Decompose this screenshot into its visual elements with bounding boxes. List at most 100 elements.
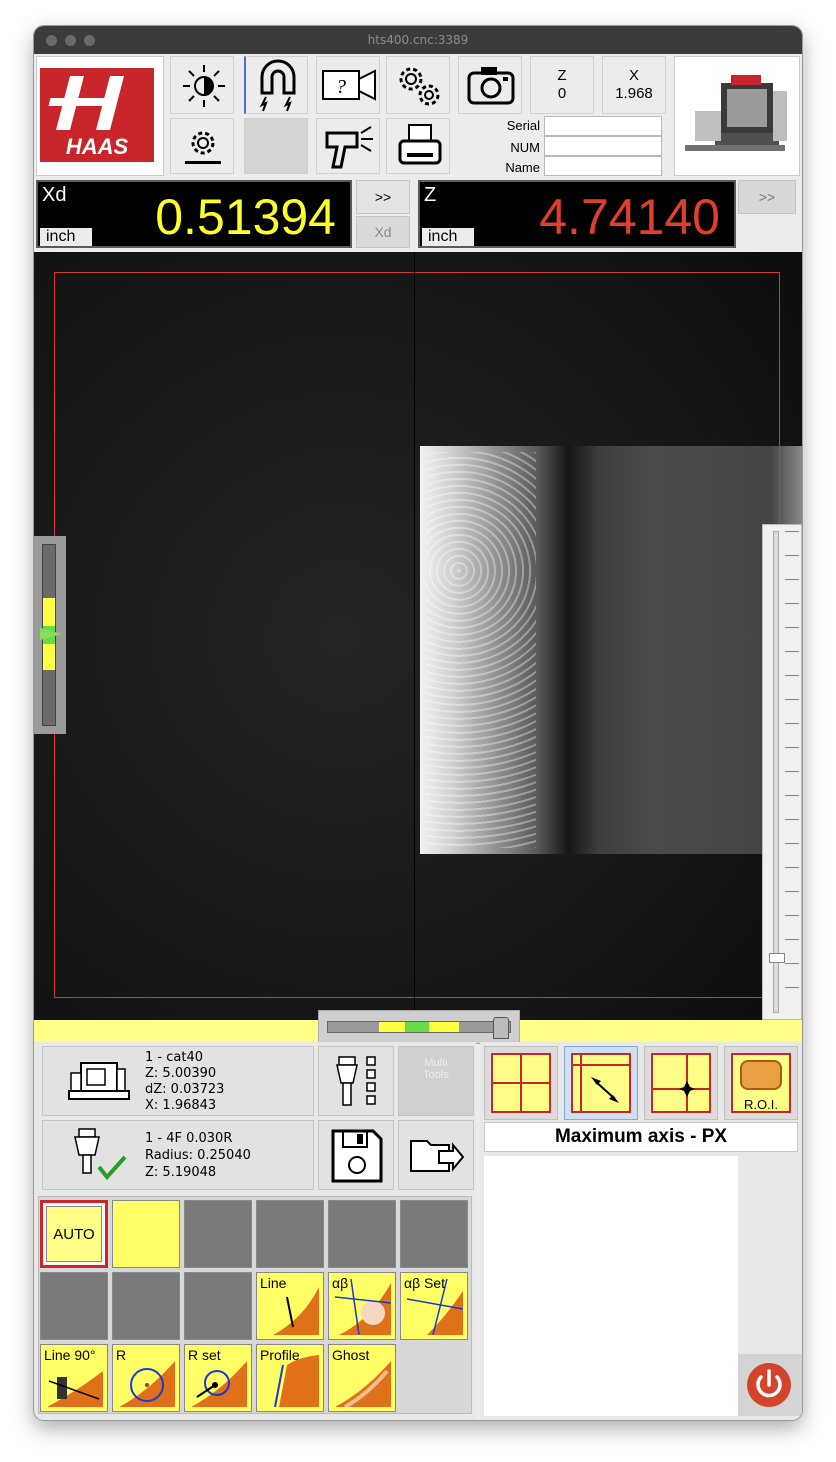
radius-icon xyxy=(119,1361,175,1407)
z-zero-button[interactable]: Z 0 xyxy=(530,56,594,114)
z-label: Z xyxy=(557,67,567,84)
multi-tools-button[interactable]: Multi Tools xyxy=(398,1046,474,1116)
window-title: hts400.cnc:3389 xyxy=(367,33,469,47)
auto-label: AUTO xyxy=(46,1206,102,1262)
line-tool-button[interactable]: Line xyxy=(256,1272,324,1340)
display-settings-button[interactable] xyxy=(170,118,234,174)
alpha-beta-tool-button[interactable]: αβ xyxy=(328,1272,396,1340)
part-info: Serial NUM Name xyxy=(458,116,670,176)
alpha-beta-set-label: αβ Set xyxy=(404,1275,446,1291)
view-mode-status: Maximum axis - PX xyxy=(484,1122,798,1152)
num-field[interactable] xyxy=(544,136,662,156)
z-readout[interactable]: Z 4.74140 inch xyxy=(418,180,736,248)
roi-label: R.O.I. xyxy=(744,1097,778,1112)
blank-button[interactable] xyxy=(244,118,308,174)
magnet-button[interactable] xyxy=(244,56,308,114)
measure-x-button[interactable] xyxy=(112,1200,180,1268)
profile-tool-button[interactable]: Profile xyxy=(256,1344,324,1412)
ghost-tool-button[interactable]: Ghost xyxy=(328,1344,396,1412)
zoom-slider-track xyxy=(773,531,779,1013)
focus-slider-handle[interactable] xyxy=(40,628,62,640)
measure-corner-x-button[interactable] xyxy=(256,1200,324,1268)
ghost-label: Ghost xyxy=(332,1347,370,1363)
max-axis-view-button[interactable] xyxy=(564,1046,638,1120)
z-next-axis-button[interactable]: >> xyxy=(738,180,796,214)
roi-frame xyxy=(54,272,780,998)
z-unit: inch xyxy=(422,228,474,246)
machine-tool-name: 1 - cat40 xyxy=(145,1050,203,1065)
auto-mode-button[interactable]: AUTO xyxy=(40,1200,108,1268)
radius-set-label: R set xyxy=(188,1347,221,1363)
probe-gun-button[interactable] xyxy=(316,118,380,174)
tool-name: 1 - 4F 0.030R xyxy=(145,1131,233,1146)
power-button[interactable] xyxy=(738,1354,802,1416)
xd-next-axis-button[interactable]: >> xyxy=(356,180,410,214)
tool-list-button[interactable] xyxy=(318,1046,394,1116)
alpha-beta-label: αβ xyxy=(332,1275,349,1291)
export-folder-icon xyxy=(410,1140,465,1172)
focus-slider[interactable] xyxy=(34,536,66,734)
x-value-button[interactable]: X 1.968 xyxy=(602,56,666,114)
machine-info-card[interactable]: 1 - cat40 Z: 5.00390 dZ: 0.03723 X: 1.96… xyxy=(42,1046,314,1116)
brightness-icon xyxy=(183,65,225,107)
print-button[interactable] xyxy=(386,118,450,174)
x-label: X xyxy=(628,67,639,84)
measure-edge-left-button[interactable] xyxy=(40,1272,108,1340)
xd-readout[interactable]: Xd 0.51394 inch xyxy=(36,180,352,248)
export-button[interactable] xyxy=(398,1120,474,1190)
num-label: NUM xyxy=(510,140,540,155)
power-icon xyxy=(747,1363,791,1407)
profile-label: Profile xyxy=(260,1347,300,1363)
zoom-slider[interactable] xyxy=(762,524,802,1020)
line-label: Line xyxy=(260,1275,287,1291)
serial-field[interactable] xyxy=(544,116,662,136)
zoom-slider-handle[interactable] xyxy=(769,953,785,963)
printer-icon xyxy=(398,124,442,165)
xd-unit: inch xyxy=(40,228,92,246)
name-field[interactable] xyxy=(544,156,662,176)
haas-logo: HAAS xyxy=(40,68,154,162)
measure-angle-button[interactable] xyxy=(328,1200,396,1268)
center-point-view-button[interactable] xyxy=(644,1046,718,1120)
xd-axis-label: Xd xyxy=(42,184,67,206)
save-button[interactable] xyxy=(318,1120,394,1190)
roi-button[interactable]: R.O.I. xyxy=(724,1046,798,1120)
grid-view-button[interactable] xyxy=(484,1046,558,1120)
x-value: 1.968 xyxy=(615,85,653,102)
measure-diameter-button[interactable] xyxy=(112,1272,180,1340)
radius-set-tool-button[interactable]: R set xyxy=(184,1344,252,1412)
results-area xyxy=(484,1156,738,1416)
machine-dz: dZ: 0.03723 xyxy=(145,1082,225,1097)
magnet-icon xyxy=(259,59,296,112)
camera-view[interactable] xyxy=(34,252,802,1020)
tool-list-icon xyxy=(336,1056,376,1106)
alpha-beta-set-tool-button[interactable]: αβ Set xyxy=(400,1272,468,1340)
radius-label: R xyxy=(116,1347,127,1363)
grid-cross-icon xyxy=(491,1053,551,1113)
light-slider[interactable] xyxy=(318,1010,520,1044)
title-bar: hts400.cnc:3389 xyxy=(34,26,802,54)
help-video-button[interactable]: ? xyxy=(316,56,380,114)
z-readout-value: 4.74140 xyxy=(539,189,720,245)
help-video-icon: ? xyxy=(322,69,376,101)
app-window: hts400.cnc:3389 HAAS ? Z 0 X 1.968 Seria… xyxy=(34,26,802,1420)
machine-z: Z: 5.00390 xyxy=(145,1066,217,1081)
measure-corner-y-button[interactable] xyxy=(400,1200,468,1268)
display-settings-icon xyxy=(185,131,221,164)
logo-text: HAAS xyxy=(66,134,129,159)
measure-dz-button[interactable] xyxy=(184,1272,252,1340)
measure-z-button[interactable] xyxy=(184,1200,252,1268)
xd-select-button[interactable]: Xd xyxy=(356,216,410,248)
settings-gears-button[interactable] xyxy=(386,56,450,114)
save-disk-icon xyxy=(331,1129,383,1183)
tool-info-card[interactable]: 1 - 4F 0.030R Radius: 0.25040 Z: 5.19048 xyxy=(42,1120,314,1190)
machine-icon xyxy=(68,1062,130,1100)
max-axis-icon xyxy=(571,1053,631,1113)
radius-tool-button[interactable]: R xyxy=(112,1344,180,1412)
line-90-tool-button[interactable]: Line 90° xyxy=(40,1344,108,1412)
light-slider-handle[interactable] xyxy=(493,1017,509,1039)
z-axis-label: Z xyxy=(424,184,437,206)
snapshot-button[interactable] xyxy=(458,56,522,114)
xd-value: 0.51394 xyxy=(155,189,336,245)
brightness-button[interactable] xyxy=(170,56,234,114)
